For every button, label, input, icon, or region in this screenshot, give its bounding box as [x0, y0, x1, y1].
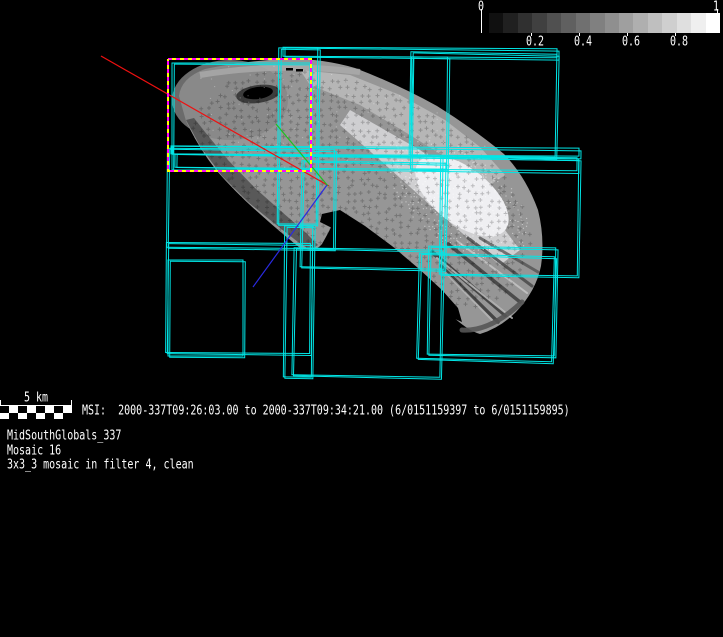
info-sequence-name: MidSouthGlobals_337: [7, 429, 121, 443]
colorbar-step: [503, 13, 517, 33]
scale-checker-cell: [54, 413, 63, 420]
colorbar-step: [706, 13, 720, 33]
colorbar-step: [489, 13, 503, 33]
scale-checker-cell: [63, 413, 72, 420]
scale-checker-cell: [0, 413, 9, 420]
dark-mark: [286, 68, 293, 71]
scale-checker-cell: [18, 413, 27, 420]
scale-bar-checkerboard: [0, 406, 72, 419]
colorbar-step: [518, 13, 532, 33]
app-viewport: 0 1 0.20.40.60.8 5 km MSI: 2000-337T09:2…: [0, 0, 723, 637]
colorbar-step: [691, 13, 705, 33]
colorbar-step: [662, 13, 676, 33]
footprint-rect[interactable]: [170, 261, 246, 357]
colorbar-step: [532, 13, 546, 33]
footprint-rect[interactable]: [166, 242, 311, 353]
colorbar-step: [547, 13, 561, 33]
colorbar-tick-label: 0.2: [526, 35, 544, 49]
scale-checker-cell: [27, 413, 36, 420]
mosaic-scene[interactable]: [0, 0, 723, 637]
asteroid-render: [172, 59, 542, 334]
info-mosaic-description: 3x3_3 mosaic in filter 4, clean: [7, 458, 194, 472]
colorbar-step: [677, 13, 691, 33]
colorbar-step: [633, 13, 647, 33]
colorbar-step: [590, 13, 604, 33]
colorbar-tick-label: 0.4: [574, 35, 592, 49]
scale-checker-cell: [9, 413, 18, 420]
footprint-rect[interactable]: [168, 260, 243, 356]
scale-bar-label: 5 km: [0, 391, 72, 405]
colorbar-step: [561, 13, 575, 33]
status-line: MSI: 2000-337T09:26:03.00 to 2000-337T09…: [82, 404, 570, 418]
dark-mark: [296, 69, 303, 72]
scale-checker-cell: [45, 413, 54, 420]
colorbar-step: [648, 13, 662, 33]
colorbar-step: [619, 13, 633, 33]
colorbar-min-pointer: [481, 9, 482, 33]
info-mosaic-number: Mosaic 16: [7, 444, 61, 458]
colorbar-tick-label: 0.8: [670, 35, 688, 49]
scale-checker-cell: [36, 413, 45, 420]
colorbar-tick-label: 0.6: [622, 35, 640, 49]
colorbar-gradient: [489, 13, 720, 33]
colorbar-step: [576, 13, 590, 33]
colorbar-step: [605, 13, 619, 33]
